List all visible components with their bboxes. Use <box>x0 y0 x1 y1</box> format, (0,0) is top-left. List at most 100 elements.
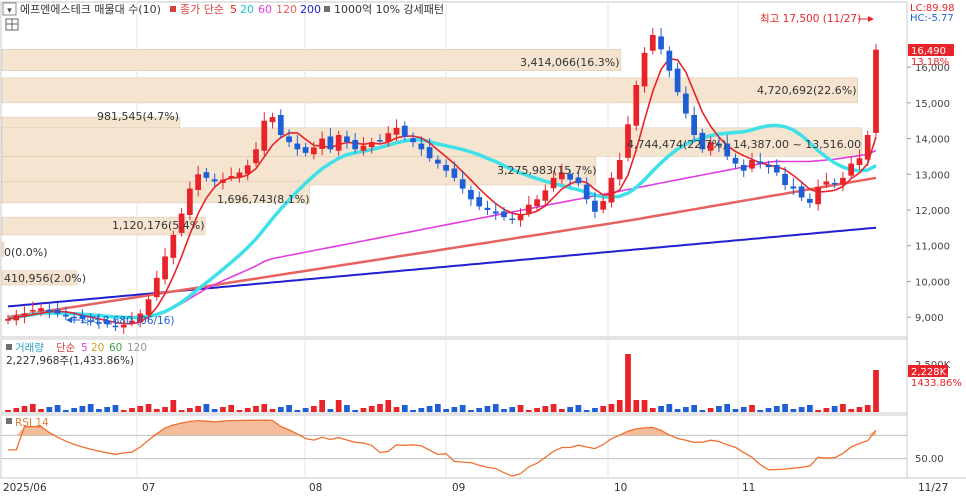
candle-body <box>649 35 656 51</box>
volume-bar <box>608 404 615 412</box>
candle-body <box>261 120 268 151</box>
volume-bar <box>848 409 855 412</box>
ma-period-20: 20 <box>240 3 254 16</box>
profile-label-7: 1,120,176(5.4%) <box>112 219 205 232</box>
candle-body <box>864 135 871 160</box>
candle-body <box>666 50 673 71</box>
volume-bar <box>269 409 276 412</box>
volume-bar <box>96 409 102 412</box>
volume-bar <box>823 408 830 412</box>
x-label-last: 11/27 <box>918 482 948 494</box>
volume-bar <box>327 409 334 412</box>
x-label-oct: 10 <box>614 482 627 494</box>
candle-body <box>608 177 615 203</box>
volume-bar <box>716 406 722 412</box>
volume-current-pct: 1433.86% <box>911 378 962 389</box>
candle-body <box>435 159 441 164</box>
stock-chart: ▾ 에프엔에스테크 매물대 수(10) 종가 단순 5 20 60 120 20… <box>0 0 966 496</box>
volume-bar <box>195 406 201 412</box>
volume-bar <box>63 410 69 412</box>
candle-body <box>575 177 582 184</box>
candle-body <box>740 165 747 171</box>
volume-bar <box>203 404 210 412</box>
candle-body <box>352 140 359 150</box>
candle-body <box>749 160 755 169</box>
ma-label: 종가 단순 <box>180 3 224 16</box>
candle-body <box>683 93 689 114</box>
high-annotation: 최고 17,500 (11/27) <box>760 13 861 25</box>
volume-bar <box>674 409 681 412</box>
volume-bar <box>5 410 11 412</box>
pattern-label: 1000억 10% 강세패턴 <box>334 3 444 16</box>
candle-body <box>344 136 350 143</box>
volume-bar <box>807 405 813 412</box>
candle-body <box>253 149 259 164</box>
title-tab[interactable]: 에프엔에스테크 매물대 수(10) <box>20 3 161 16</box>
volume-bar <box>54 405 61 412</box>
volume-bar <box>765 408 772 412</box>
candle-body <box>765 165 772 168</box>
candle-body <box>319 138 325 149</box>
candle-body <box>145 299 152 315</box>
candle-body <box>542 190 549 201</box>
price-tick-label: 11,000 <box>915 242 950 253</box>
volume-bar <box>616 400 623 412</box>
volume-bar <box>782 404 788 412</box>
volume-bar <box>277 407 284 412</box>
candle-body <box>46 309 53 312</box>
profile-label-8: 0(0.0%) <box>4 246 48 259</box>
profile-label-5: 3,275,983(15.7%) <box>497 164 597 177</box>
candle-body <box>691 115 697 135</box>
volume-bar <box>79 406 86 412</box>
volume-bar <box>658 406 664 412</box>
volume-ma-120: 120 <box>127 342 147 354</box>
volume-bar <box>625 354 631 412</box>
volume-bar <box>162 407 168 412</box>
volume-bar <box>542 406 549 412</box>
candle-body <box>311 147 317 155</box>
candle-body <box>798 186 805 198</box>
volume-bar <box>344 405 350 412</box>
rsi-swatch <box>6 418 12 424</box>
candle-body <box>162 256 168 280</box>
candle-body <box>641 52 648 87</box>
candle-body <box>426 147 433 159</box>
candle-body <box>501 211 507 218</box>
volume-bar <box>815 410 821 412</box>
rsi-label: RSI 14 <box>15 417 49 429</box>
candle-body <box>153 277 160 298</box>
volume-bar <box>153 409 160 412</box>
volume-bar <box>211 409 218 412</box>
volume-bar <box>641 400 648 412</box>
volume-current-value: 2,228K <box>911 367 947 378</box>
volume-bar <box>840 404 846 412</box>
volume-bar <box>666 404 673 412</box>
volume-ma-5: 5 <box>81 342 88 354</box>
candle-body <box>294 143 301 150</box>
volume-bar <box>468 410 474 412</box>
x-label-nov: 11 <box>742 482 755 494</box>
ma-period-60: 60 <box>258 3 272 16</box>
candle-body <box>807 198 813 203</box>
volume-bar <box>377 404 383 412</box>
volume-bar <box>360 408 367 412</box>
candle-body <box>525 204 532 214</box>
candle-body <box>550 177 557 189</box>
ma-period-120: 120 <box>276 3 297 16</box>
candle-body <box>459 179 466 189</box>
candle-body <box>410 138 416 143</box>
current-price-value: 16,490 <box>911 46 946 57</box>
volume-bar <box>831 406 838 412</box>
candle-body <box>616 160 623 180</box>
volume-bar <box>145 404 152 412</box>
volume-bar <box>443 409 449 412</box>
volume-bar <box>633 400 640 412</box>
candle-body <box>302 147 309 153</box>
volume-bar <box>509 407 516 412</box>
candle-body <box>782 173 788 185</box>
volume-bar <box>501 409 507 412</box>
candle-body <box>244 165 251 174</box>
candle-body <box>5 318 11 321</box>
candle-body <box>327 136 334 150</box>
volume-bar <box>550 404 557 412</box>
